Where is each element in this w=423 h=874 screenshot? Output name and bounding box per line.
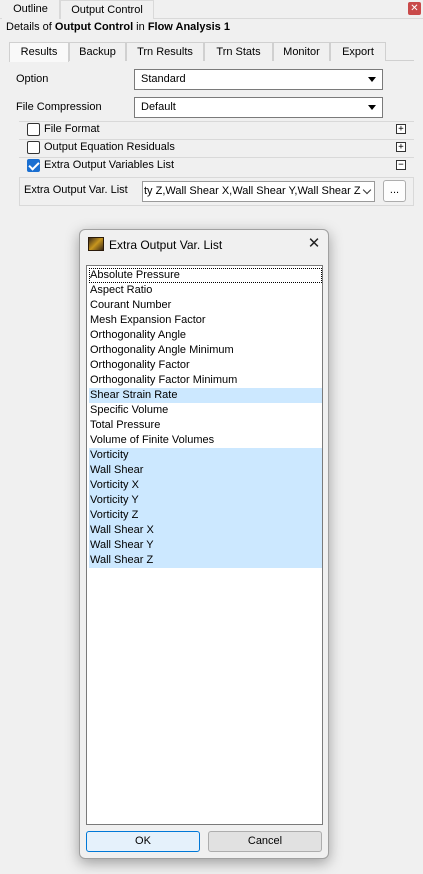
list-item[interactable]: Orthogonality Angle [89,328,322,343]
extra-output-var-dialog: Extra Output Var. List ✕ Absolute Pressu… [79,229,329,859]
group-extra-output-variables[interactable]: Extra Output Variables List − [19,157,414,174]
tab-trn-stats[interactable]: Trn Stats [204,42,273,61]
tab-output-control[interactable]: Output Control [60,0,154,19]
extra-output-variables-checkbox[interactable] [27,159,40,172]
collapse-icon[interactable]: − [396,160,406,170]
inner-tab-bar: Results Backup Trn Results Trn Stats Mon… [9,42,414,62]
list-item[interactable]: Volume of Finite Volumes [89,433,322,448]
extra-output-variables-label: Extra Output Variables List [44,159,175,171]
tab-outline[interactable]: Outline [2,0,60,19]
list-item[interactable]: Wall Shear [89,463,322,478]
browse-button[interactable]: ... [383,180,406,202]
close-icon[interactable]: ✕ [408,2,421,15]
tab-export[interactable]: Export [330,42,386,61]
chevron-down-icon [362,185,372,195]
extra-output-var-label: Extra Output Var. List [24,184,128,196]
tab-trn-results[interactable]: Trn Results [126,42,204,61]
list-item[interactable]: Aspect Ratio [89,283,322,298]
output-equation-residuals-label: Output Equation Residuals [44,141,175,153]
group-output-equation-residuals[interactable]: Output Equation Residuals + [19,139,414,156]
cancel-button[interactable]: Cancel [208,831,322,852]
list-item[interactable]: Vorticity X [89,478,322,493]
chevron-down-icon [368,77,376,82]
list-item[interactable]: Wall Shear Z [89,553,322,568]
top-tab-bar: Outline Output Control ✕ [0,0,423,19]
close-icon[interactable]: ✕ [306,236,322,252]
file-format-label: File Format [44,123,100,135]
list-item[interactable]: Courant Number [89,298,322,313]
file-compression-select[interactable]: Default [134,97,383,118]
dialog-titlebar: Extra Output Var. List ✕ [88,236,322,253]
option-value: Standard [141,73,186,85]
variables-listbox[interactable]: Absolute Pressure Aspect Ratio Courant Num… [86,265,323,825]
list-item[interactable]: Orthogonality Factor [89,358,322,373]
chevron-down-icon [368,105,376,110]
tab-backup[interactable]: Backup [69,42,126,61]
list-item[interactable]: Total Pressure [89,418,322,433]
group-file-format[interactable]: File Format + [19,121,414,138]
file-compression-label: File Compression [16,101,102,113]
list-item[interactable]: Wall Shear Y [89,538,322,553]
ok-button[interactable]: OK [86,831,200,852]
tab-results[interactable]: Results [9,42,69,62]
list-item[interactable]: Shear Strain Rate [89,388,322,403]
tab-monitor[interactable]: Monitor [273,42,330,61]
details-object: Output Control [54,21,134,33]
details-prefix: Details of [6,21,55,33]
app-logo-icon [88,237,104,251]
list-item[interactable]: Absolute Pressure [89,268,322,283]
list-item[interactable]: Wall Shear X [89,523,322,538]
list-item[interactable]: Orthogonality Angle Minimum [89,343,322,358]
list-item[interactable]: Orthogonality Factor Minimum [89,373,322,388]
dialog-title: Extra Output Var. List [109,238,223,252]
expand-icon[interactable]: + [396,142,406,152]
extra-output-var-value: ty Z,Wall Shear X,Wall Shear Y,Wall Shea… [144,185,361,197]
extra-output-var-row: Extra Output Var. List ty Z,Wall Shear X… [19,177,414,206]
details-analysis: Flow Analysis 1 [147,21,230,33]
list-item[interactable]: Specific Volume [89,403,322,418]
expand-icon[interactable]: + [396,124,406,134]
option-select[interactable]: Standard [134,69,383,90]
extra-output-var-combo[interactable]: ty Z,Wall Shear X,Wall Shear Y,Wall Shea… [142,181,375,202]
list-item[interactable]: Mesh Expansion Factor [89,313,322,328]
file-format-checkbox[interactable] [27,123,40,136]
option-label: Option [16,73,49,85]
list-item[interactable]: Vorticity [89,448,322,463]
details-header: Details of Output Control in Flow Analys… [6,21,230,33]
file-compression-value: Default [141,101,176,113]
list-item[interactable]: Vorticity Y [89,493,322,508]
output-equation-residuals-checkbox[interactable] [27,141,40,154]
list-item[interactable]: Vorticity Z [89,508,322,523]
details-middle: in [133,21,148,33]
